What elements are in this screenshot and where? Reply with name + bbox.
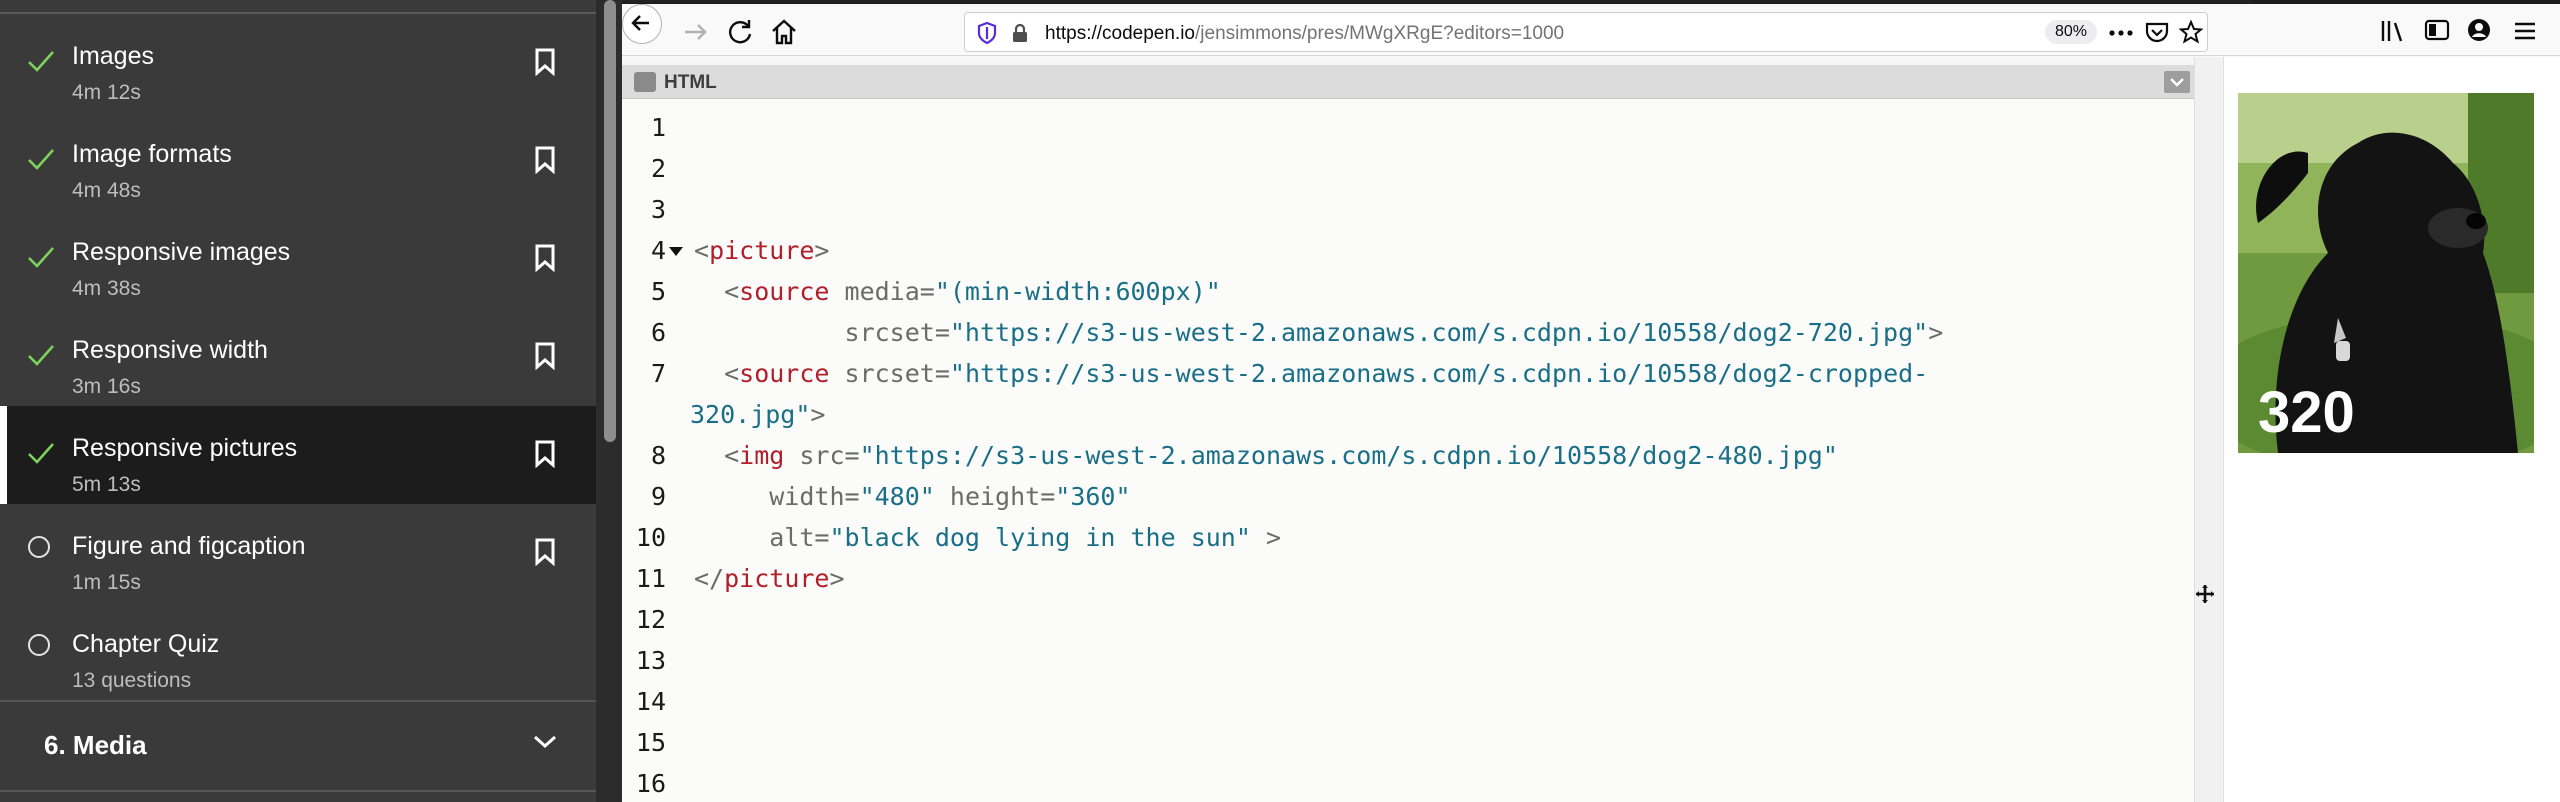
bookmark-icon[interactable] (534, 440, 556, 468)
lesson-figure-and-figcaption[interactable]: Figure and figcaption 1m 15s (0, 504, 596, 602)
browser-toolbar: https://codepen.io/jensimmons/pres/MWgXR… (622, 4, 2560, 56)
url-path: /jensimmons/pres/MWgXRgE?editors=1000 (1195, 23, 1565, 44)
code-line-wrapped: 320.jpg"> (690, 400, 826, 429)
zoom-indicator[interactable]: 80% (2045, 20, 2098, 44)
editor-header: HTML (622, 65, 2194, 99)
page-actions-icon[interactable] (2109, 29, 2133, 37)
lesson-responsive-width[interactable]: Responsive width 3m 16s (0, 308, 596, 406)
address-bar[interactable]: https://codepen.io/jensimmons/pres/MWgXR… (964, 12, 2208, 52)
incomplete-circle-icon (28, 536, 50, 558)
line-number: 13 (635, 646, 666, 675)
line-number: 11 (635, 564, 666, 593)
fold-arrow-icon[interactable] (669, 247, 683, 256)
code-line: <source srcset="https://s3-us-west-2.ama… (694, 359, 1929, 388)
chapter-title: 6. Media (44, 730, 147, 760)
line-number: 4 (650, 236, 666, 265)
lesson-duration: 1m 15s (72, 571, 141, 594)
lesson-title: Responsive images (72, 238, 291, 266)
line-number: 3 (650, 195, 666, 224)
line-number: 10 (635, 523, 666, 552)
checkmark-icon (28, 149, 54, 170)
checkmark-icon (28, 51, 54, 72)
line-number: 16 (635, 769, 666, 798)
url-text: https://codepen.io/jensimmons/pres/MWgXR… (1045, 23, 1564, 45)
back-button[interactable] (622, 4, 662, 44)
editor-dropdown-button[interactable] (2164, 71, 2190, 93)
pane-resizer[interactable] (2194, 57, 2224, 802)
lesson-images[interactable]: Images 4m 12s (0, 14, 596, 112)
settings-gear-icon[interactable] (634, 72, 656, 92)
editor-language-label: HTML (664, 72, 717, 93)
checkmark-icon (28, 247, 54, 268)
code-line: <img src="https://s3-us-west-2.amazonaws… (694, 441, 1838, 470)
star-bookmark-icon[interactable] (2179, 20, 2203, 44)
line-number: 6 (650, 318, 666, 347)
forward-button[interactable] (680, 16, 712, 48)
line-number: 12 (635, 605, 666, 634)
code-line: <source media="(min-width:600px)" (694, 277, 1221, 306)
lesson-image-formats[interactable]: Image formats 4m 48s (0, 112, 596, 210)
url-host: https://codepen.io (1045, 23, 1195, 44)
hamburger-menu-icon[interactable] (2512, 20, 2538, 42)
lesson-responsive-images[interactable]: Responsive images 4m 38s (0, 210, 596, 308)
line-number: 7 (650, 359, 666, 388)
lesson-title: Chapter Quiz (72, 630, 220, 658)
sidebar-scrollbar-thumb[interactable] (604, 0, 616, 442)
bookmark-icon[interactable] (534, 342, 556, 370)
course-sidebar: Images 4m 12s Image formats 4m 48s Respo… (0, 0, 596, 802)
line-number: 15 (635, 728, 666, 757)
html-editor-pane: HTML 1 2 3 4 5 6 7 8 9 10 11 12 13 14 15… (622, 57, 2194, 802)
code-line: alt="black dog lying in the sun" > (694, 523, 1282, 552)
lesson-chapter-quiz[interactable]: Chapter Quiz 13 questions (0, 602, 596, 700)
lesson-duration: 13 questions (72, 669, 192, 692)
line-number: 1 (650, 113, 666, 142)
code-editor[interactable]: 1 2 3 4 5 6 7 8 9 10 11 12 13 14 15 16 <… (622, 99, 2194, 802)
chapter-header[interactable]: 6. Media (0, 700, 596, 792)
chevron-down-icon (2170, 78, 2184, 87)
lesson-duration: 4m 38s (72, 277, 141, 300)
tracking-protection-shield-icon[interactable] (977, 22, 997, 44)
lesson-duration: 4m 12s (72, 81, 141, 104)
move-cursor-icon (2196, 585, 2214, 603)
lesson-title: Images (72, 42, 154, 70)
bookmark-icon[interactable] (534, 538, 556, 566)
library-icon[interactable] (2380, 18, 2408, 44)
line-number: 8 (650, 441, 666, 470)
account-icon[interactable] (2466, 17, 2492, 43)
arrow-left-icon (631, 15, 649, 31)
home-button[interactable] (768, 16, 800, 48)
lesson-responsive-pictures[interactable]: Responsive pictures 5m 13s (0, 406, 596, 504)
lesson-title: Image formats (72, 140, 232, 168)
line-number: 14 (635, 687, 666, 716)
lesson-duration: 4m 48s (72, 179, 141, 202)
checkmark-icon (28, 443, 54, 464)
lesson-title: Responsive width (72, 336, 268, 364)
code-line: width="480" height="360" (694, 482, 1131, 511)
incomplete-circle-icon (28, 634, 50, 656)
chevron-down-icon (533, 735, 557, 749)
bookmark-icon[interactable] (534, 48, 556, 76)
pocket-icon[interactable] (2145, 21, 2169, 43)
code-line: srcset="https://s3-us-west-2.amazonaws.c… (694, 318, 1944, 347)
line-number: 2 (650, 154, 666, 183)
browser-window: https://codepen.io/jensimmons/pres/MWgXR… (622, 0, 2560, 802)
code-line: </picture> (694, 564, 845, 593)
lesson-title: Figure and figcaption (72, 532, 306, 560)
lesson-duration: 3m 16s (72, 375, 141, 398)
divider (622, 0, 2252, 3)
line-number: 5 (650, 277, 666, 306)
reload-button[interactable] (724, 16, 756, 48)
lesson-duration: 5m 13s (72, 473, 141, 496)
checkmark-icon (28, 345, 54, 366)
image-overlay-label: 320 (2258, 380, 2355, 445)
bookmark-icon[interactable] (534, 244, 556, 272)
lesson-title: Responsive pictures (72, 434, 298, 462)
sidebar-toggle-icon[interactable] (2424, 18, 2450, 42)
lock-icon[interactable] (1011, 23, 1029, 43)
line-number: 9 (650, 482, 666, 511)
bookmark-icon[interactable] (534, 146, 556, 174)
code-line: <picture> (694, 236, 830, 265)
preview-pane: 320 (2224, 57, 2560, 802)
